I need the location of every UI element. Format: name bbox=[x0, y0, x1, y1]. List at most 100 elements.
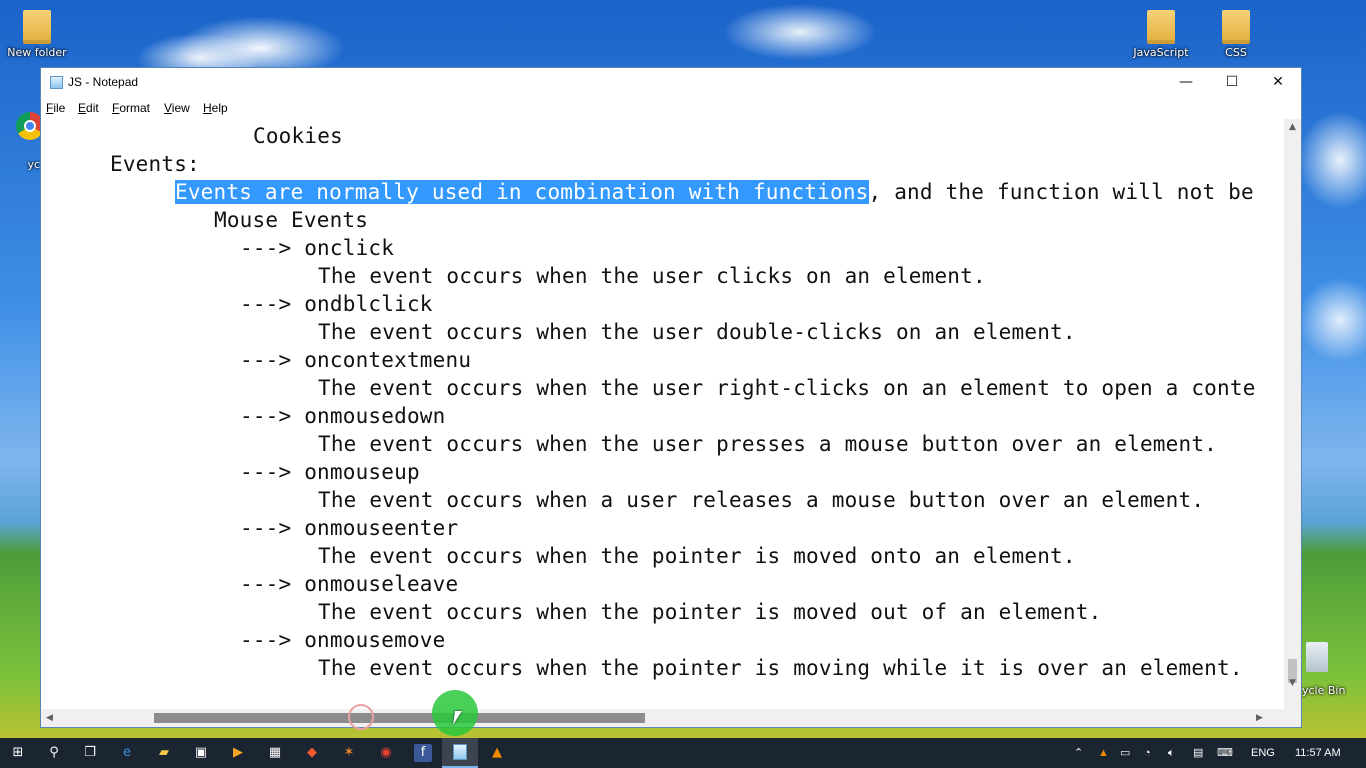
minimize-button[interactable]: — bbox=[1163, 68, 1209, 97]
scroll-down-icon[interactable]: ▼ bbox=[1284, 675, 1301, 692]
language-indicator[interactable]: ENG bbox=[1251, 738, 1275, 768]
editor-line-text: ---> onclick bbox=[240, 236, 395, 260]
editor-line-text: ---> ondblclick bbox=[240, 292, 433, 316]
folder-icon bbox=[1222, 10, 1250, 44]
editor-line: The event occurs when the pointer is mov… bbox=[318, 598, 1101, 626]
editor-line-text: The event occurs when the user clicks on… bbox=[318, 264, 986, 288]
editor-line-text: ---> onmouseup bbox=[240, 460, 420, 484]
menu-format[interactable]: Format bbox=[112, 101, 150, 115]
editor-line: The event occurs when the user right-cli… bbox=[318, 374, 1256, 402]
notepad-window: JS - Notepad — ☐ ✕ File Edit Format View… bbox=[40, 67, 1302, 728]
notification-icon[interactable]: ▤ bbox=[1193, 738, 1203, 768]
editor-line: ---> onmouseenter bbox=[240, 514, 458, 542]
editor-line-text: ---> oncontextmenu bbox=[240, 348, 472, 372]
brave-icon[interactable]: ◆ bbox=[303, 744, 321, 762]
calculator-icon[interactable]: ▦ bbox=[266, 744, 284, 762]
windows-start-icon[interactable]: ⊞ bbox=[9, 744, 27, 762]
text-editor[interactable]: Cookies Events: Events are normally used i… bbox=[41, 119, 1285, 710]
editor-line: ---> onmousedown bbox=[240, 402, 446, 430]
keyboard-icon[interactable]: ⌨ bbox=[1217, 738, 1233, 768]
tray-vlc-icon[interactable]: ▲ bbox=[1098, 738, 1109, 768]
editor-line: Events: bbox=[110, 150, 200, 178]
selected-text: Events are normally used in combination … bbox=[175, 180, 869, 204]
editor-line: ---> onclick bbox=[240, 234, 394, 262]
click-indicator bbox=[348, 704, 374, 730]
task-view-icon[interactable]: ❐ bbox=[81, 744, 99, 762]
desktop-icon-label: ycle Bin bbox=[1302, 684, 1346, 697]
editor-line: The event occurs when the user double-cl… bbox=[318, 318, 1076, 346]
editor-line-text: ---> onmousemove bbox=[240, 628, 446, 652]
editor-line: The event occurs when the pointer is mov… bbox=[318, 654, 1243, 682]
desktop-icon-new-folder[interactable]: New folder bbox=[5, 10, 69, 59]
editor-line: The event occurs when the pointer is mov… bbox=[318, 542, 1076, 570]
editor-line: ---> oncontextmenu bbox=[240, 346, 471, 374]
editor-line-text: The event occurs when the pointer is mov… bbox=[318, 544, 1076, 568]
menu-edit[interactable]: Edit bbox=[78, 101, 99, 115]
scroll-left-icon[interactable]: ◀ bbox=[41, 709, 58, 727]
desktop-icon-label: JavaScript bbox=[1133, 46, 1189, 59]
size-grip[interactable] bbox=[1284, 709, 1301, 727]
notepad-icon bbox=[50, 76, 63, 89]
editor-line: ---> onmouseup bbox=[240, 458, 420, 486]
desktop-icon-label: yc bbox=[27, 158, 40, 171]
editor-line-text: The event occurs when the user presses a… bbox=[318, 432, 1218, 456]
editor-line: The event occurs when the user clicks on… bbox=[318, 262, 986, 290]
horizontal-scroll-thumb[interactable] bbox=[154, 713, 645, 723]
title-bar[interactable]: JS - Notepad — ☐ ✕ bbox=[41, 68, 1301, 97]
recycle-bin-icon bbox=[1306, 642, 1328, 672]
desktop-icon-javascript[interactable]: JavaScript bbox=[1129, 10, 1193, 59]
editor-line-text: ---> onmouseleave bbox=[240, 572, 459, 596]
vertical-scrollbar[interactable]: ▲ ▼ bbox=[1284, 119, 1301, 710]
battery-icon[interactable]: ▭ bbox=[1120, 738, 1130, 768]
editor-line: The event occurs when a user releases a … bbox=[318, 486, 1204, 514]
window-title: JS - Notepad bbox=[68, 75, 139, 89]
clock[interactable]: 11:57 AM bbox=[1295, 738, 1341, 768]
menu-bar: File Edit Format View Help bbox=[41, 97, 1301, 119]
vlc-icon[interactable]: ▲ bbox=[488, 744, 506, 762]
editor-line: The event occurs when the user presses a… bbox=[318, 430, 1217, 458]
editor-line: ---> onmousemove bbox=[240, 626, 446, 654]
editor-line-text: The event occurs when the user right-cli… bbox=[318, 376, 1256, 400]
store-icon[interactable]: ▣ bbox=[192, 744, 210, 762]
scroll-right-icon[interactable]: ▶ bbox=[1251, 709, 1268, 727]
editor-line: ---> ondblclick bbox=[240, 290, 433, 318]
volume-icon[interactable]: 🔈︎ bbox=[1168, 738, 1175, 768]
notepad-icon bbox=[453, 744, 467, 760]
horizontal-scrollbar[interactable]: ◀ ▶ bbox=[41, 709, 1285, 727]
editor-line-text: The event occurs when the user double-cl… bbox=[318, 320, 1076, 344]
scroll-up-icon[interactable]: ▲ bbox=[1284, 119, 1301, 136]
menu-view[interactable]: View bbox=[164, 101, 190, 115]
editor-line-text: Mouse Events bbox=[214, 208, 369, 232]
folder-icon bbox=[23, 10, 51, 44]
editor-line-text: The event occurs when a user releases a … bbox=[318, 488, 1205, 512]
editor-line-text: The event occurs when the pointer is mov… bbox=[318, 600, 1102, 624]
edge-icon[interactable]: e bbox=[118, 744, 136, 762]
desktop-icon-label: CSS bbox=[1225, 46, 1247, 59]
editor-line-text: , and the function will not be bbox=[868, 180, 1254, 204]
desktop-icon-css[interactable]: CSS bbox=[1204, 10, 1268, 59]
facebook-icon[interactable]: f bbox=[414, 744, 432, 762]
media-player-icon[interactable]: ▶ bbox=[229, 744, 247, 762]
menu-help[interactable]: Help bbox=[203, 101, 228, 115]
editor-line-text: Events: bbox=[110, 152, 200, 176]
maximize-button[interactable]: ☐ bbox=[1209, 68, 1255, 97]
desktop-icon-label: New folder bbox=[7, 46, 67, 59]
editor-line: Cookies bbox=[253, 122, 343, 150]
editor-line: ---> onmouseleave bbox=[240, 570, 458, 598]
editor-line-text: ---> onmousedown bbox=[240, 404, 446, 428]
editor-line: Events are normally used in combination … bbox=[175, 178, 1254, 206]
file-explorer-icon[interactable]: ▰ bbox=[155, 744, 173, 762]
notepad-taskbar-button[interactable] bbox=[442, 738, 478, 768]
network-icon[interactable]: ◔ bbox=[1144, 738, 1151, 768]
close-button[interactable]: ✕ bbox=[1255, 68, 1301, 97]
editor-line: Mouse Events bbox=[214, 206, 368, 234]
editor-line-text: The event occurs when the pointer is mov… bbox=[318, 656, 1243, 680]
menu-file[interactable]: File bbox=[46, 101, 65, 115]
search-icon[interactable]: ⚲ bbox=[45, 744, 63, 762]
folder-icon bbox=[1147, 10, 1175, 44]
editor-line-text: Cookies bbox=[253, 124, 343, 148]
taskbar: ⊞ ⚲ ❐ e ▰ ▣ ▶ ▦ ◆ ✶ ◉ f ▲ ⌃ ▲ ▭ ◔ 🔈︎ ▤ ⌨… bbox=[0, 738, 1366, 768]
app-icon[interactable]: ✶ bbox=[340, 744, 358, 762]
tray-expand-icon[interactable]: ⌃ bbox=[1074, 738, 1083, 768]
chrome-icon[interactable]: ◉ bbox=[377, 744, 395, 762]
